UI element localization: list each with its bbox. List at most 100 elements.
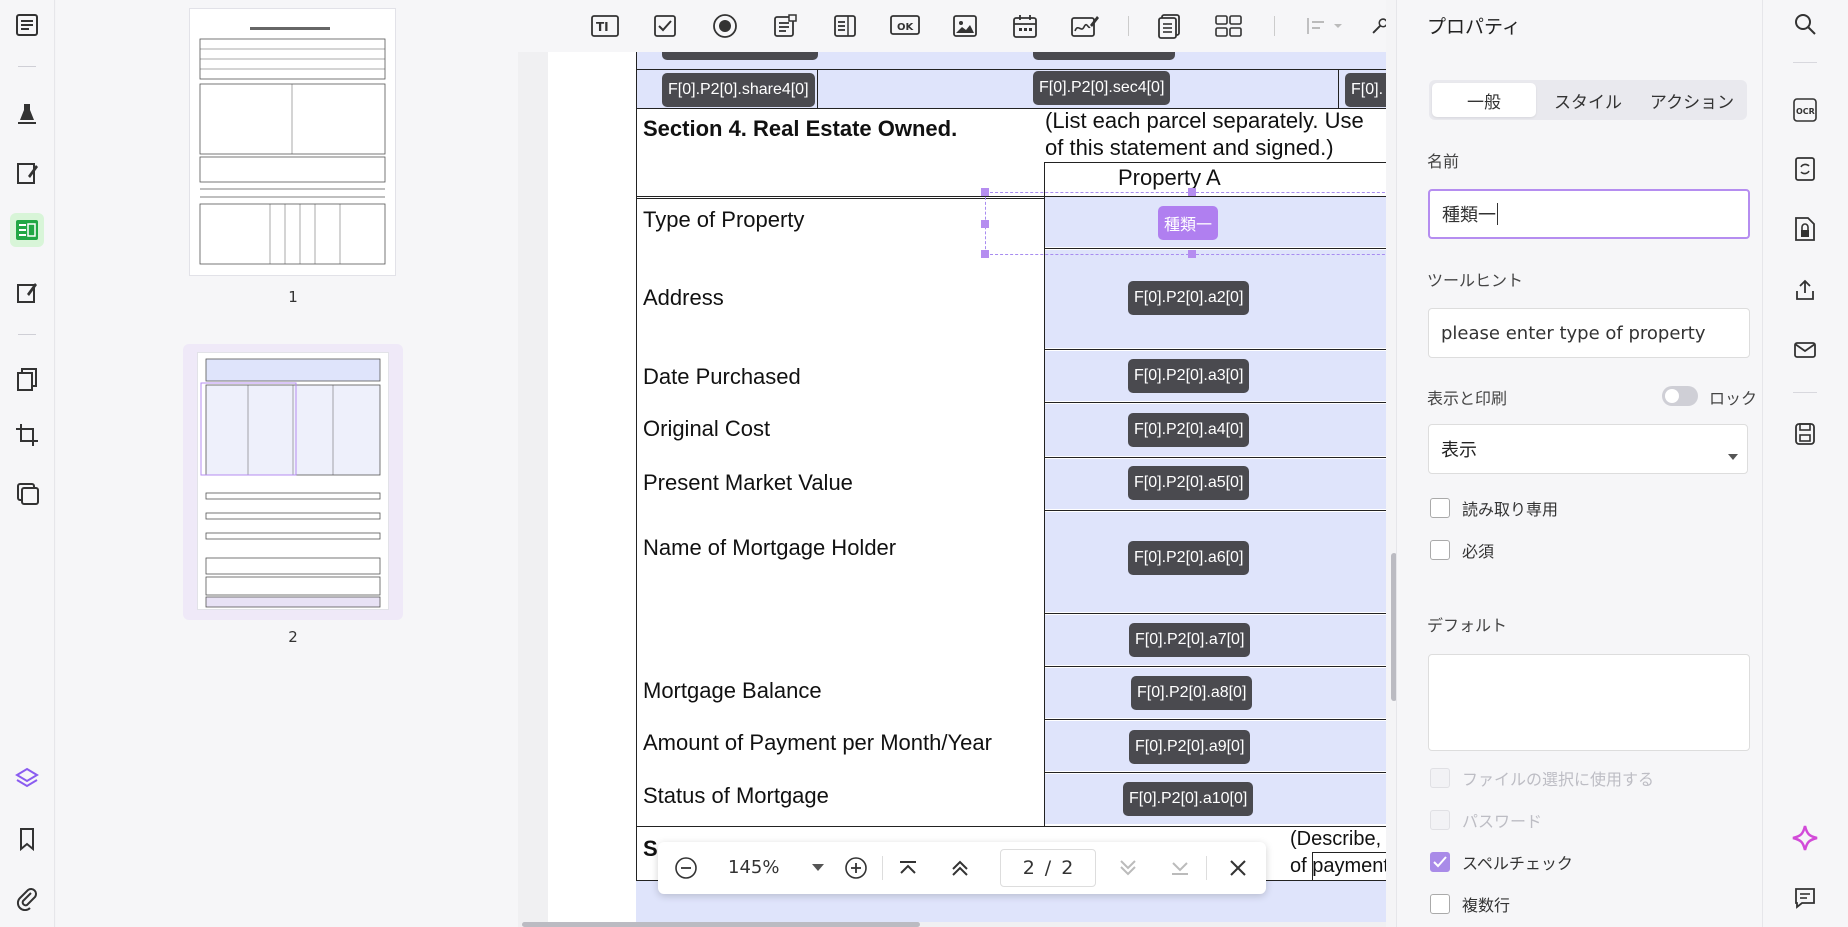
required-option[interactable]: 必須 [1430,538,1494,562]
last-page-icon[interactable] [1166,854,1194,882]
protect-icon[interactable] [1789,213,1821,245]
search-icon[interactable] [1789,8,1821,40]
svg-text:TI: TI [596,20,609,34]
checkbox-icon[interactable] [650,12,680,40]
readonly-option[interactable]: 読み取り専用 [1430,496,1558,520]
tab-action[interactable]: アクション [1640,83,1744,117]
date-field-icon[interactable] [1010,12,1040,40]
page-indicator[interactable]: 2 / 2 [1000,849,1096,887]
form-icon[interactable] [10,213,44,247]
ai-assistant-icon[interactable] [1789,822,1821,854]
pdf-page: F[0].P2[0].share4[0] F[0].P2[0].sec4[0] … [548,40,1386,922]
spellcheck-option[interactable]: スペルチェック [1430,850,1573,874]
highlighter-icon[interactable] [10,96,44,130]
bookmark-icon[interactable] [10,822,44,856]
ocr-icon[interactable]: OCR [1789,94,1821,126]
zoom-out-icon[interactable] [672,854,700,882]
field-a3[interactable]: F[0].P2[0].a3[0] [1128,359,1250,393]
tab-general[interactable]: 一般 [1432,83,1536,117]
list-box-icon[interactable] [830,12,860,40]
thumbnail-panel: 1 2 [56,0,518,927]
attachment-icon[interactable] [10,882,44,916]
field-a4[interactable]: F[0].P2[0].a4[0] [1128,413,1250,447]
compress-icon[interactable] [10,476,44,510]
page-number-1: 1 [288,288,298,306]
display-select[interactable]: 表示 [1428,424,1748,474]
property-a-header: Property A [1118,165,1221,190]
row-label: Type of Property [643,207,805,232]
file-select-checkbox [1430,768,1450,788]
edit-icon[interactable] [10,156,44,190]
image-field-icon[interactable] [950,12,980,40]
organize-pages-icon[interactable] [10,362,44,396]
page-thumbnail-1[interactable] [189,8,396,276]
zoom-in-icon[interactable] [842,854,870,882]
property-tabs: 一般 スタイル アクション [1429,80,1747,120]
field-share4[interactable]: F[0].P2[0].share4[0] [662,73,815,107]
field-a7[interactable]: F[0].P2[0].a7[0] [1129,623,1251,657]
display-value: 表示 [1441,440,1477,461]
field-a8[interactable]: F[0].P2[0].a8[0] [1131,676,1253,710]
previous-page-icon[interactable] [946,854,974,882]
name-value: 種類一 [1442,205,1496,226]
default-value-field[interactable] [1428,654,1750,751]
readonly-checkbox[interactable] [1430,498,1450,518]
field-partial[interactable]: F[0]. [1345,73,1386,107]
tooltip-field[interactable]: please enter type of property [1428,308,1750,358]
field-sec4[interactable]: F[0].P2[0].sec4[0] [1033,71,1171,105]
button-field-icon[interactable]: OK [890,12,920,40]
share-icon[interactable] [1789,274,1821,306]
close-icon[interactable] [1224,854,1252,882]
grid-layout-icon[interactable] [1214,12,1244,40]
section5-title-partial: S [643,836,658,861]
horizontal-scrollbar[interactable] [522,922,920,927]
required-checkbox[interactable] [1430,540,1450,560]
name-field[interactable]: 種類一 [1428,189,1750,239]
row-label: Name of Mortgage Holder [643,535,897,560]
svg-text:OK: OK [897,22,915,33]
field-type-of-property-selected[interactable]: 種類一 [1158,206,1219,240]
field-a6[interactable]: F[0].P2[0].a6[0] [1128,541,1250,575]
display-print-label: 表示と印刷 [1427,389,1508,408]
zoom-dropdown-icon[interactable] [804,854,832,882]
section5-note-1: (Describe, and [1290,828,1386,850]
page-number-2: 2 [288,628,298,646]
field-a9[interactable]: F[0].P2[0].a9[0] [1129,730,1251,764]
tab-style[interactable]: スタイル [1536,83,1640,117]
lock-toggle[interactable] [1662,386,1698,406]
multiline-label: 複数行 [1462,896,1511,915]
field-a5[interactable]: F[0].P2[0].a5[0] [1128,466,1250,500]
spellcheck-checkbox[interactable] [1430,852,1450,872]
spellcheck-label: スペルチェック [1462,854,1573,873]
next-page-icon[interactable] [1114,854,1142,882]
save-icon[interactable] [1789,418,1821,450]
crop-icon[interactable] [10,418,44,452]
combo-box-icon[interactable] [770,12,800,40]
text-field-icon[interactable]: TI [590,12,620,40]
email-icon[interactable] [1789,334,1821,366]
section5-note-2: of payment an [1290,855,1386,877]
field-list-icon[interactable] [1154,12,1184,40]
multiline-checkbox[interactable] [1430,894,1450,914]
tools-icon[interactable] [1370,12,1386,40]
convert-icon[interactable] [1789,153,1821,185]
sign-icon[interactable] [10,275,44,309]
signature-field-icon[interactable] [1070,12,1100,40]
first-page-icon[interactable] [894,854,922,882]
zoom-level[interactable]: 145% [728,857,779,878]
multiline-option[interactable]: 複数行 [1430,892,1510,916]
layers-icon[interactable] [10,761,44,795]
radio-button-icon[interactable] [710,12,740,40]
field-a10[interactable]: F[0].P2[0].a10[0] [1123,782,1254,816]
field-a2[interactable]: F[0].P2[0].a2[0] [1128,281,1250,315]
password-checkbox [1430,810,1450,830]
required-label: 必須 [1462,542,1495,561]
page-thumbnail-2[interactable] [197,352,389,610]
comment-icon[interactable] [1789,882,1821,914]
row-label: Status of Mortgage [643,783,829,808]
section4-title: Section 4. Real Estate Owned. [643,116,958,141]
align-icon[interactable] [1304,12,1348,40]
section4-note-2: of this statement and signed.) [1045,135,1334,160]
reader-icon[interactable] [10,8,44,42]
panel-title: プロパティ [1427,16,1521,38]
